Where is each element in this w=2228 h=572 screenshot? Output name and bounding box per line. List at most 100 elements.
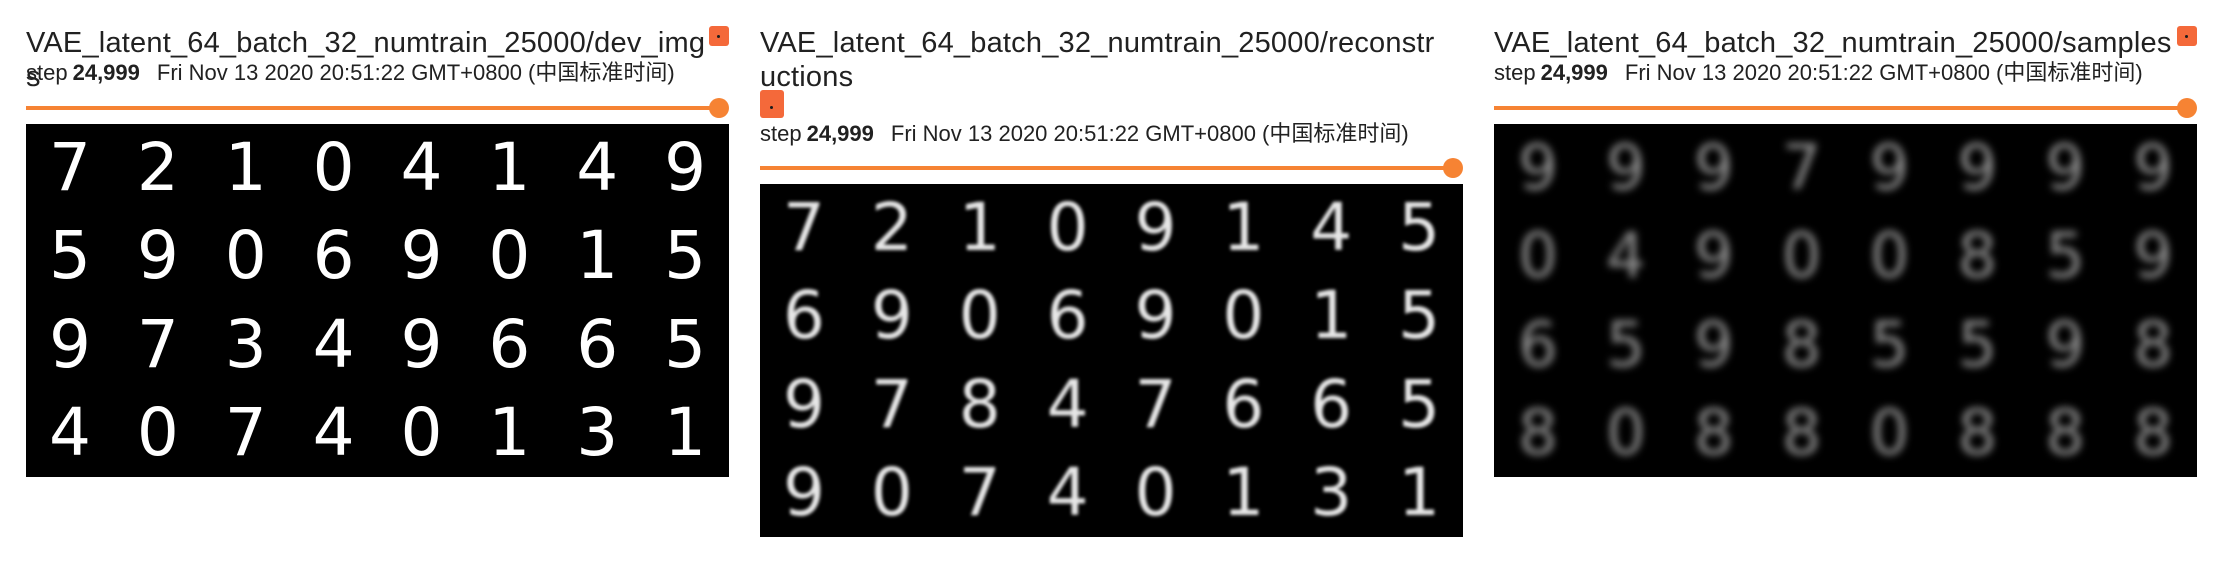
digit-cell: 1 <box>1310 277 1353 355</box>
step-slider[interactable] <box>26 98 729 118</box>
card-menu-button[interactable] <box>760 90 784 118</box>
slider-track[interactable] <box>760 166 1455 170</box>
digit-cell: 8 <box>2133 307 2173 381</box>
digit-cell: 6 <box>1310 365 1353 443</box>
digit-cell: 1 <box>1398 453 1441 531</box>
digit-cell: 1 <box>224 129 267 207</box>
step-info: step 24,999 Fri Nov 13 2020 20:51:22 GMT+0… <box>1494 60 2197 86</box>
digit-cell: 9 <box>1693 219 1734 293</box>
digit-image-grid: 72104149590690159734966540740131 <box>26 124 729 477</box>
digit-cell: 7 <box>224 393 267 471</box>
step-slider[interactable] <box>1494 98 2197 118</box>
timestamp: Fri Nov 13 2020 20:51:22 GMT+0800 (中国标准时… <box>890 121 1409 146</box>
digit-cell: 4 <box>1046 365 1089 443</box>
digit-cell: 9 <box>782 365 825 443</box>
digit-cell: 6 <box>488 305 531 383</box>
digit-cell: 4 <box>48 393 91 471</box>
digit-cell: 9 <box>2045 131 2085 205</box>
timestamp: Fri Nov 13 2020 20:51:22 GMT+0800 (中国标准时… <box>156 60 675 85</box>
digit-cell: 1 <box>958 189 1001 267</box>
digit-cell: 1 <box>1222 453 1265 531</box>
digit-cell: 1 <box>1222 189 1265 267</box>
slider-thumb[interactable] <box>1443 158 1463 178</box>
digit-cell: 8 <box>1693 395 1734 469</box>
digit-cell: 4 <box>400 129 443 207</box>
digit-cell: 0 <box>1606 395 1646 469</box>
digit-cell: 9 <box>1693 307 1734 381</box>
digit-cell: 8 <box>1957 395 1998 469</box>
digit-image-grid: 99979999049008596598559880880888 <box>1494 124 2197 477</box>
digit-cell: 1 <box>488 129 531 207</box>
digit-cell: 5 <box>1606 307 1646 381</box>
digit-cell: 6 <box>576 305 619 383</box>
digit-cell: 4 <box>312 305 355 383</box>
digit-cell: 5 <box>664 217 707 295</box>
digit-cell: 4 <box>1606 219 1646 293</box>
digit-cell: 5 <box>48 217 91 295</box>
digit-cell: 9 <box>1134 189 1177 267</box>
digit-cell: 9 <box>400 305 443 383</box>
card-menu-button[interactable] <box>2177 26 2197 46</box>
digit-cell: 7 <box>1781 131 1822 205</box>
digit-cell: 3 <box>1310 453 1353 531</box>
digit-cell: 7 <box>870 365 913 443</box>
step-value: 24,999 <box>806 121 874 146</box>
step-slider[interactable] <box>760 158 1463 178</box>
digit-cell: 6 <box>1046 277 1089 355</box>
digit-cell: 7 <box>48 129 91 207</box>
digit-cell: 0 <box>1222 277 1265 355</box>
digit-cell: 9 <box>48 305 91 383</box>
digit-cell: 6 <box>1518 307 1558 381</box>
digit-cell: 1 <box>576 217 619 295</box>
digit-cell: 2 <box>136 129 179 207</box>
step-info: step 24,999 Fri Nov 13 2020 20:51:22 GMT+0… <box>26 60 729 86</box>
digit-cell: 9 <box>2045 307 2085 381</box>
card-title: VAE_latent_64_batch_32_numtrain_25000/sa… <box>1494 27 2172 59</box>
step-value: 24,999 <box>72 60 140 85</box>
digit-cell: 9 <box>1957 131 1998 205</box>
digit-cell: 9 <box>664 129 707 207</box>
digit-cell: 6 <box>312 217 355 295</box>
slider-track[interactable] <box>26 106 721 110</box>
digit-cell: 9 <box>1869 131 1910 205</box>
digit-cell: 0 <box>1134 453 1177 531</box>
slider-track[interactable] <box>1494 106 2189 110</box>
digit-cell: 0 <box>1046 189 1089 267</box>
digit-cell: 0 <box>1781 219 1822 293</box>
step-label: step <box>760 121 802 146</box>
digit-cell: 0 <box>1869 395 1910 469</box>
digit-cell: 8 <box>1518 395 1558 469</box>
digit-cell: 2 <box>870 189 913 267</box>
digit-cell: 0 <box>1869 219 1910 293</box>
digit-cell: 5 <box>2045 219 2085 293</box>
digit-cell: 9 <box>870 277 913 355</box>
card-title: VAE_latent_64_batch_32_numtrain_25000/re… <box>760 27 1435 93</box>
digit-cell: 8 <box>2133 395 2173 469</box>
digit-cell: 8 <box>958 365 1001 443</box>
digit-cell: 7 <box>958 453 1001 531</box>
digit-cell: 5 <box>664 305 707 383</box>
slider-thumb[interactable] <box>2177 98 2197 118</box>
digit-cell: 9 <box>1693 131 1734 205</box>
digit-cell: 8 <box>2045 395 2085 469</box>
digit-cell: 5 <box>1398 189 1441 267</box>
digit-cell: 3 <box>224 305 267 383</box>
digit-cell: 9 <box>2133 131 2173 205</box>
digit-cell: 1 <box>488 393 531 471</box>
digit-cell: 9 <box>2133 219 2173 293</box>
timestamp: Fri Nov 13 2020 20:51:22 GMT+0800 (中国标准时… <box>1624 60 2143 85</box>
digit-cell: 5 <box>1869 307 1910 381</box>
card-menu-button[interactable] <box>709 26 729 46</box>
slider-thumb[interactable] <box>709 98 729 118</box>
digit-cell: 5 <box>1957 307 1998 381</box>
digit-cell: 8 <box>1781 307 1822 381</box>
digit-cell: 4 <box>576 129 619 207</box>
digit-cell: 9 <box>1606 131 1646 205</box>
step-value: 24,999 <box>1540 60 1608 85</box>
digit-cell: 4 <box>1310 189 1353 267</box>
digit-cell: 0 <box>1518 219 1558 293</box>
digit-cell: 1 <box>664 393 707 471</box>
digit-cell: 9 <box>1134 277 1177 355</box>
digit-cell: 0 <box>400 393 443 471</box>
digit-image-grid: 72109145690690159784766590740131 <box>760 184 1463 537</box>
